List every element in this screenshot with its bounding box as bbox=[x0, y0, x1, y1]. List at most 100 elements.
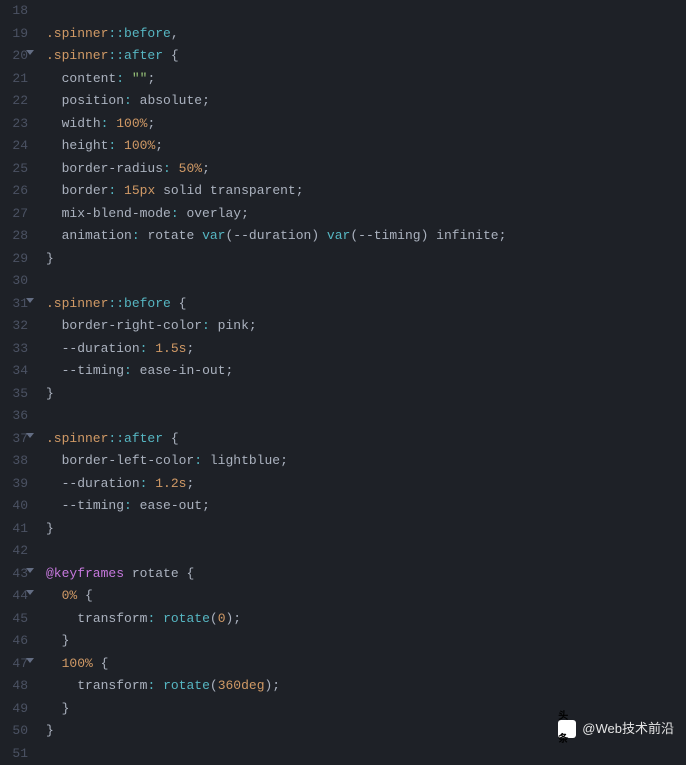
code-line[interactable]: 100% { bbox=[46, 653, 686, 676]
code-line[interactable]: transform: rotate(360deg); bbox=[46, 675, 686, 698]
code-line[interactable]: @keyframes rotate { bbox=[46, 563, 686, 586]
token-selector: .spinner bbox=[46, 296, 108, 311]
line-number: 44 bbox=[0, 585, 28, 608]
line-number: 34 bbox=[0, 360, 28, 383]
token-selector: .spinner bbox=[46, 48, 108, 63]
code-line[interactable]: border-left-color: lightblue; bbox=[46, 450, 686, 473]
code-editor[interactable]: 1819202122232425262728293031323334353637… bbox=[0, 0, 686, 748]
code-line[interactable]: mix-blend-mode: overlay; bbox=[46, 203, 686, 226]
token-punct: ( bbox=[350, 228, 358, 243]
code-line[interactable]: --timing: ease-out; bbox=[46, 495, 686, 518]
code-line[interactable]: border-radius: 50%; bbox=[46, 158, 686, 181]
code-line[interactable]: } bbox=[46, 518, 686, 541]
fold-marker-icon[interactable] bbox=[26, 658, 34, 663]
code-line[interactable]: position: absolute; bbox=[46, 90, 686, 113]
code-line[interactable]: .spinner::after { bbox=[46, 45, 686, 68]
code-line[interactable]: border-right-color: pink; bbox=[46, 315, 686, 338]
code-line[interactable]: transform: rotate(0); bbox=[46, 608, 686, 631]
line-number: 37 bbox=[0, 428, 28, 451]
line-number: 42 bbox=[0, 540, 28, 563]
watermark-text: @Web技术前沿 bbox=[582, 718, 674, 741]
code-line[interactable]: --duration: 1.5s; bbox=[46, 338, 686, 361]
token-prop: position bbox=[62, 93, 124, 108]
fold-marker-icon[interactable] bbox=[26, 568, 34, 573]
code-line[interactable]: } bbox=[46, 383, 686, 406]
code-line[interactable]: .spinner::after { bbox=[46, 428, 686, 451]
code-line[interactable]: animation: rotate var(--duration) var(--… bbox=[46, 225, 686, 248]
code-line[interactable]: .spinner::before { bbox=[46, 293, 686, 316]
code-line[interactable]: } bbox=[46, 248, 686, 271]
line-number: 50 bbox=[0, 720, 28, 743]
line-number: 33 bbox=[0, 338, 28, 361]
token-func: rotate bbox=[163, 611, 210, 626]
token-punct: } bbox=[46, 723, 54, 738]
token-number: 0% bbox=[62, 588, 78, 603]
line-number: 36 bbox=[0, 405, 28, 428]
token-punct: ) bbox=[421, 228, 437, 243]
token-punct: ; bbox=[147, 71, 155, 86]
code-line[interactable]: } bbox=[46, 630, 686, 653]
fold-marker-icon[interactable] bbox=[26, 298, 34, 303]
token-value: pink bbox=[218, 318, 249, 333]
token-colon: : bbox=[194, 453, 202, 468]
code-line[interactable] bbox=[46, 0, 686, 23]
token-punct bbox=[194, 228, 202, 243]
token-punct bbox=[155, 611, 163, 626]
token-prop: border-radius bbox=[62, 161, 163, 176]
token-prop: --duration bbox=[62, 341, 140, 356]
code-line[interactable] bbox=[46, 540, 686, 563]
token-punct bbox=[116, 138, 124, 153]
code-line[interactable] bbox=[46, 405, 686, 428]
token-number: 100% bbox=[116, 116, 147, 131]
token-punct: , bbox=[171, 26, 179, 41]
token-punct bbox=[202, 453, 210, 468]
code-line[interactable]: .spinner::before, bbox=[46, 23, 686, 46]
line-number: 35 bbox=[0, 383, 28, 406]
code-line[interactable]: border: 15px solid transparent; bbox=[46, 180, 686, 203]
token-prop: mix-blend-mode bbox=[62, 206, 171, 221]
code-line[interactable]: 0% { bbox=[46, 585, 686, 608]
token-punct: ; bbox=[280, 453, 288, 468]
token-func: var bbox=[202, 228, 225, 243]
code-line[interactable]: --timing: ease-in-out; bbox=[46, 360, 686, 383]
token-prop: --timing bbox=[62, 363, 124, 378]
token-punct bbox=[116, 183, 124, 198]
line-number: 25 bbox=[0, 158, 28, 181]
watermark: 头条 @Web技术前沿 bbox=[558, 718, 674, 741]
token-colon: : bbox=[116, 71, 124, 86]
code-line[interactable]: height: 100%; bbox=[46, 135, 686, 158]
fold-marker-icon[interactable] bbox=[26, 50, 34, 55]
token-colon: : bbox=[124, 363, 132, 378]
code-line[interactable] bbox=[46, 270, 686, 293]
line-number: 51 bbox=[0, 743, 28, 765]
fold-marker-icon[interactable] bbox=[26, 590, 34, 595]
token-punct: ; bbox=[155, 138, 163, 153]
token-func: var bbox=[327, 228, 350, 243]
code-line[interactable] bbox=[46, 743, 686, 765]
token-punct: { bbox=[171, 296, 187, 311]
line-number-gutter: 1819202122232425262728293031323334353637… bbox=[0, 0, 36, 748]
token-pseudo: ::before bbox=[108, 296, 170, 311]
token-punct: } bbox=[62, 633, 70, 648]
token-prop: content bbox=[62, 71, 117, 86]
token-punct: ; bbox=[499, 228, 507, 243]
line-number: 40 bbox=[0, 495, 28, 518]
token-punct: } bbox=[46, 386, 54, 401]
token-value: infinite bbox=[436, 228, 498, 243]
toutiao-icon: 头条 bbox=[558, 720, 576, 738]
token-number: 360deg bbox=[218, 678, 265, 693]
token-punct bbox=[202, 183, 210, 198]
token-punct: ; bbox=[186, 341, 194, 356]
token-punct: ; bbox=[225, 363, 233, 378]
token-prop: transform bbox=[77, 678, 147, 693]
code-line[interactable]: --duration: 1.2s; bbox=[46, 473, 686, 496]
code-area[interactable]: .spinner::before,.spinner::after { conte… bbox=[36, 0, 686, 748]
token-var: --timing bbox=[358, 228, 420, 243]
token-punct bbox=[171, 161, 179, 176]
token-punct: ; bbox=[296, 183, 304, 198]
code-line[interactable]: content: ""; bbox=[46, 68, 686, 91]
token-selector: .spinner bbox=[46, 431, 108, 446]
code-line[interactable]: width: 100%; bbox=[46, 113, 686, 136]
fold-marker-icon[interactable] bbox=[26, 433, 34, 438]
line-number: 19 bbox=[0, 23, 28, 46]
